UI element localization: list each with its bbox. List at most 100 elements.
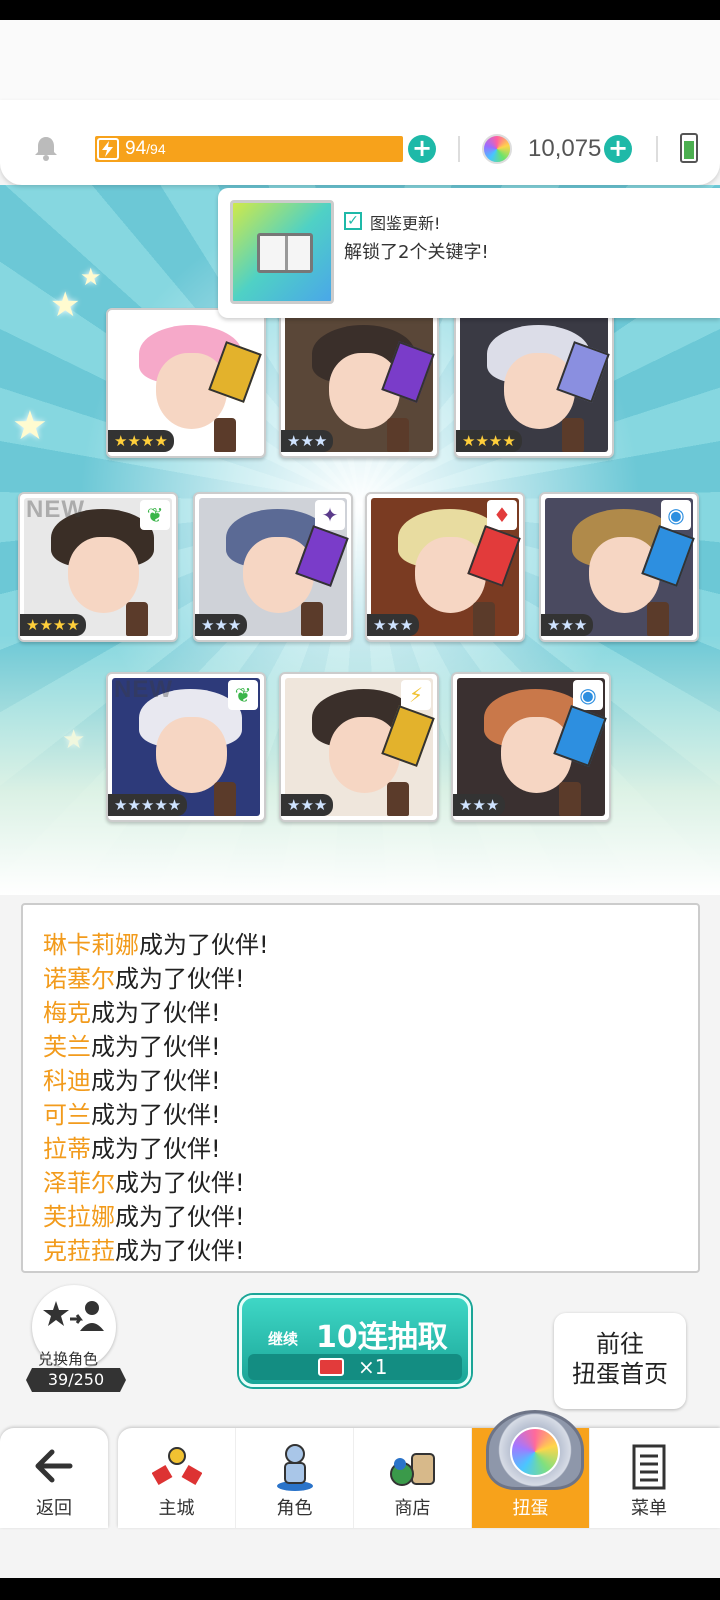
add-energy-button[interactable]: +	[408, 135, 436, 163]
log-line: 芙拉娜成为了伙伴!	[43, 1197, 245, 1232]
pixel-sprite	[214, 418, 236, 452]
tab-menu[interactable]: 菜单	[590, 1428, 708, 1528]
character-name: 泽菲尔	[43, 1169, 115, 1197]
rarity-stars: ★★★	[281, 794, 334, 816]
gacha-orb-icon	[486, 1410, 584, 1490]
rarity-stars: ★★★	[367, 614, 420, 636]
character-card[interactable]: ♦ ★★★	[365, 492, 525, 642]
log-line: 科迪成为了伙伴!	[43, 1061, 221, 1096]
tab-label: 主城	[158, 1498, 195, 1519]
log-line: 琳卡莉娜成为了伙伴!	[43, 925, 269, 960]
log-line: 克菈菈成为了伙伴!	[43, 1231, 245, 1266]
rarity-stars: ★★★★★	[108, 794, 188, 816]
rarity-stars: ★★★	[281, 430, 334, 452]
character-card[interactable]: ★★★★	[454, 308, 614, 458]
collection-update-notice[interactable]: ✓ 图鉴更新! 解锁了2个关键字!	[218, 188, 720, 318]
pixel-sprite	[301, 602, 323, 636]
log-text: 成为了伙伴!	[139, 931, 269, 959]
leaf-element-icon: ❦	[228, 680, 258, 710]
log-text: 成为了伙伴!	[115, 965, 245, 993]
log-line: 梅克成为了伙伴!	[43, 993, 221, 1028]
rarity-stars: ★★★	[195, 614, 248, 636]
tab-label: 角色	[276, 1498, 313, 1519]
pixel-sprite	[126, 602, 148, 636]
acquisition-log[interactable]: 琳卡莉娜成为了伙伴! 诺塞尔成为了伙伴! 梅克成为了伙伴! 芙兰成为了伙伴! 科…	[21, 903, 700, 1273]
back-button[interactable]: 返回	[0, 1428, 108, 1528]
star-decoration: ★	[62, 725, 86, 755]
goto-gacha-home-button[interactable]: 前往 扭蛋首页	[554, 1313, 686, 1409]
back-label: 返回	[36, 1498, 72, 1519]
energy-max: /94	[146, 141, 166, 157]
bolt-icon	[97, 138, 119, 160]
rarity-stars: ★★★★	[20, 614, 86, 636]
water-element-icon: ◉	[661, 500, 691, 530]
character-name: 科迪	[43, 1067, 91, 1095]
top-hud: 94/94 + 10,075 +	[0, 100, 720, 185]
character-name: 拉蒂	[43, 1135, 91, 1163]
character-card[interactable]: ★★★	[279, 308, 439, 458]
rarity-stars: ★★★	[541, 614, 594, 636]
log-line: 拉蒂成为了伙伴!	[43, 1129, 221, 1164]
star-decoration: ★	[80, 263, 102, 291]
pixel-sprite	[559, 782, 581, 816]
pull-prefix: 继续	[268, 1330, 299, 1348]
character-card[interactable]: ★★★★	[106, 308, 266, 458]
log-text: 成为了伙伴!	[91, 1135, 221, 1163]
rarity-stars: ★★★	[453, 794, 506, 816]
exchange-label: 兑换角色	[38, 1350, 99, 1368]
exchange-count: 39/250	[26, 1368, 126, 1392]
leaf-element-icon: ❦	[140, 500, 170, 530]
log-text: 成为了伙伴!	[91, 1033, 221, 1061]
book-icon	[230, 200, 334, 304]
check-icon: ✓	[344, 212, 362, 230]
log-text: 成为了伙伴!	[91, 1067, 221, 1095]
character-card[interactable]: ◉ ★★★	[451, 672, 611, 822]
log-line: 诺塞尔成为了伙伴!	[43, 959, 245, 994]
fire-element-icon: ♦	[487, 500, 517, 530]
star-decoration: ★	[50, 285, 81, 325]
ticket-icon	[318, 1358, 344, 1376]
tab-characters[interactable]: 角色	[236, 1428, 354, 1528]
pixel-sprite	[473, 602, 495, 636]
character-card[interactable]: ◉ ★★★	[539, 492, 699, 642]
goto-line-2: 扭蛋首页	[572, 1360, 668, 1388]
add-gems-button[interactable]: +	[604, 135, 632, 163]
pixel-sprite	[214, 782, 236, 816]
tab-shop[interactable]: 商店	[354, 1428, 472, 1528]
rarity-stars: ★★★★	[456, 430, 522, 452]
gem-icon	[482, 134, 512, 164]
new-badge: NEW	[114, 676, 173, 703]
pull-label: 10连抽取	[316, 1320, 448, 1355]
pull-cost: ×1	[248, 1354, 462, 1380]
tab-main-city[interactable]: 主城	[118, 1428, 236, 1528]
character-card[interactable]: ⚡ ★★★	[279, 672, 439, 822]
tab-label: 商店	[394, 1498, 431, 1519]
log-line: 泽菲尔成为了伙伴!	[43, 1163, 245, 1198]
pixel-sprite	[562, 418, 584, 452]
character-card[interactable]: NEW ❦ ★★★★	[18, 492, 178, 642]
character-name: 芙兰	[43, 1033, 91, 1061]
character-card[interactable]: NEW ❦ ★★★★★	[106, 672, 266, 822]
log-text: 成为了伙伴!	[115, 1203, 245, 1231]
tab-label: 扭蛋	[512, 1498, 549, 1519]
continue-10-pull-button[interactable]: 继续 10连抽取 ×1	[239, 1295, 471, 1387]
character-card[interactable]: ✦ ★★★	[193, 492, 353, 642]
back-arrow-icon	[32, 1444, 82, 1494]
thunder-element-icon: ⚡	[401, 680, 431, 710]
star-decoration: ★	[12, 403, 48, 449]
character-name: 梅克	[43, 999, 91, 1027]
notice-title: 图鉴更新!	[370, 214, 441, 233]
shop-bag-icon	[388, 1442, 438, 1492]
bell-icon[interactable]	[32, 134, 60, 162]
battery-icon	[680, 133, 698, 163]
castle-icon	[151, 1442, 203, 1492]
divider	[656, 136, 658, 162]
gem-count: 10,075	[528, 135, 602, 162]
character-name: 琳卡莉娜	[43, 931, 139, 959]
bottom-strip	[0, 1530, 720, 1578]
log-line: 芙兰成为了伙伴!	[43, 1027, 221, 1062]
water-element-icon: ◉	[573, 680, 603, 710]
pixel-sprite	[387, 418, 409, 452]
exchange-icon	[42, 1299, 106, 1340]
menu-list-icon	[624, 1442, 674, 1492]
